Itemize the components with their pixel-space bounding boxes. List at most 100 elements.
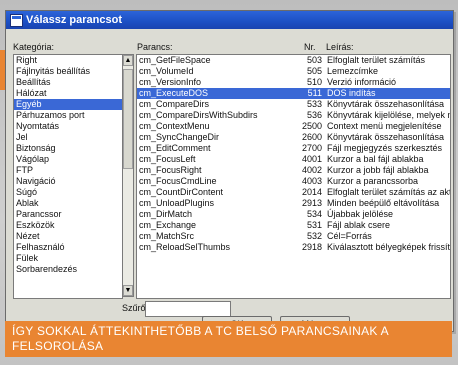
command-description: Verzió információ bbox=[327, 77, 397, 87]
command-name: cm_MatchSrc bbox=[139, 231, 195, 241]
window-title: Válassz parancsot bbox=[26, 14, 122, 26]
command-description: Context menü megjelenítése bbox=[327, 121, 442, 131]
command-row[interactable]: cm_ExecuteDOS 511 DOS indítás bbox=[137, 88, 450, 99]
caption: ÍGY SOKKAL ÁTTEKINTHETŐBB A TC BELSŐ PAR… bbox=[5, 321, 452, 357]
command-name: cm_VersionInfo bbox=[139, 77, 202, 87]
category-item[interactable]: Jel bbox=[14, 132, 122, 143]
description-label: Leírás: bbox=[326, 42, 354, 52]
command-row[interactable]: cm_FocusCmdLine 4003 Kurzor a parancssorba bbox=[137, 176, 450, 187]
command-name: cm_CompareDirsWithSubdirs bbox=[139, 110, 258, 120]
command-description: Kiválasztott bélyegképek frissítése bbox=[327, 242, 451, 252]
command-label: Parancs: bbox=[137, 42, 173, 52]
command-row[interactable]: cm_ContextMenu 2500 Context menü megjelení… bbox=[137, 121, 450, 132]
command-number: 4002 bbox=[301, 165, 322, 175]
command-list[interactable]: cm_GetFileSpace 503 Elfoglalt terület szám… bbox=[136, 54, 451, 299]
command-number: 4001 bbox=[301, 154, 322, 164]
category-item[interactable]: Párhuzamos port bbox=[14, 110, 122, 121]
command-row[interactable]: cm_CompareDirs 533 Könyvtárak összehasonlí… bbox=[137, 99, 450, 110]
command-row[interactable]: cm_VersionInfo 510 Verzió információ bbox=[137, 77, 450, 88]
category-item[interactable]: Navigáció bbox=[14, 176, 122, 187]
scroll-thumb[interactable] bbox=[123, 69, 133, 169]
category-item[interactable]: FTP bbox=[14, 165, 122, 176]
command-row[interactable]: cm_UnloadPlugins 2913 Minden beépülő eltáv… bbox=[137, 198, 450, 209]
command-description: DOS indítás bbox=[327, 88, 376, 98]
command-description: Elfoglalt terület számítás az aktuális k… bbox=[327, 187, 450, 197]
command-row[interactable]: cm_FocusLeft 4001 Kurzor a bal fájl ablakb… bbox=[137, 154, 450, 165]
command-row[interactable]: cm_Exchange 531 Fájl ablak csere bbox=[137, 220, 450, 231]
command-description: Kurzor a jobb fájl ablakba bbox=[327, 165, 429, 175]
command-row[interactable]: cm_GetFileSpace 503 Elfoglalt terület szám… bbox=[137, 55, 450, 66]
command-row[interactable]: cm_FocusRight 4002 Kurzor a jobb fájl abla… bbox=[137, 165, 450, 176]
filter-input[interactable] bbox=[145, 301, 231, 317]
category-label: Kategória: bbox=[13, 42, 55, 52]
command-name: cm_FocusCmdLine bbox=[139, 176, 217, 186]
command-name: cm_UnloadPlugins bbox=[139, 198, 215, 208]
command-description: Könyvtárak kijelölése, melyek nem szerep… bbox=[327, 110, 450, 120]
command-name: cm_VolumeId bbox=[139, 66, 194, 76]
command-name: cm_ReloadSelThumbs bbox=[139, 242, 231, 252]
scroll-up-button[interactable]: ▲ bbox=[123, 55, 133, 66]
command-name: cm_SyncChangeDir bbox=[139, 132, 220, 142]
command-description: Minden beépülő eltávolítása bbox=[327, 198, 440, 208]
category-item[interactable]: Nézet bbox=[14, 231, 122, 242]
command-number: 2918 bbox=[301, 242, 322, 252]
command-name: cm_ExecuteDOS bbox=[139, 88, 209, 98]
command-row[interactable]: cm_ReloadSelThumbs 2918 Kiválasztott bélye… bbox=[137, 242, 450, 253]
command-number: 505 bbox=[306, 66, 322, 76]
command-number: 2500 bbox=[301, 121, 322, 131]
nr-label: Nr. bbox=[304, 42, 316, 52]
command-name: cm_GetFileSpace bbox=[139, 55, 211, 65]
command-row[interactable]: cm_MatchSrc 532 Cél=Forrás bbox=[137, 231, 450, 242]
command-number: 503 bbox=[306, 55, 322, 65]
command-number: 534 bbox=[306, 209, 322, 219]
command-name: cm_DirMatch bbox=[139, 209, 193, 219]
title-bar[interactable]: Válassz parancsot bbox=[6, 11, 453, 29]
choose-command-dialog: Válassz parancsot Kategória: Parancs: Nr… bbox=[5, 10, 454, 333]
command-name: cm_FocusRight bbox=[139, 165, 202, 175]
command-name: cm_CompareDirs bbox=[139, 99, 210, 109]
command-number: 2014 bbox=[301, 187, 322, 197]
command-description: Fájl megjegyzés szerkesztés bbox=[327, 143, 443, 153]
command-description: Újabbak jelölése bbox=[327, 209, 394, 219]
command-row[interactable]: cm_SyncChangeDir 2600 Könyvtárak összehaso… bbox=[137, 132, 450, 143]
category-item[interactable]: Eszközök bbox=[14, 220, 122, 231]
command-row[interactable]: cm_DirMatch 534 Újabbak jelölése bbox=[137, 209, 450, 220]
category-item[interactable]: Egyéb bbox=[14, 99, 122, 110]
category-scrollbar[interactable]: ▲ ▼ bbox=[122, 54, 134, 297]
category-item[interactable]: Felhasználó bbox=[14, 242, 122, 253]
category-item[interactable]: Ablak bbox=[14, 198, 122, 209]
category-item[interactable]: Sorbarendezés bbox=[14, 264, 122, 275]
command-number: 511 bbox=[307, 88, 322, 98]
command-number: 536 bbox=[306, 110, 322, 120]
command-name: cm_Exchange bbox=[139, 220, 197, 230]
command-description: Fájl ablak csere bbox=[327, 220, 391, 230]
command-row[interactable]: cm_EditComment 2700 Fájl megjegyzés szerke… bbox=[137, 143, 450, 154]
command-row[interactable]: cm_CountDirContent 2014 Elfoglalt terület … bbox=[137, 187, 450, 198]
command-description: Lemezcímke bbox=[327, 66, 379, 76]
category-item[interactable]: Right bbox=[14, 55, 122, 66]
category-item[interactable]: Parancssor bbox=[14, 209, 122, 220]
category-item[interactable]: Vágólap bbox=[14, 154, 122, 165]
command-number: 2700 bbox=[301, 143, 322, 153]
command-number: 2913 bbox=[301, 198, 322, 208]
command-number: 510 bbox=[306, 77, 322, 87]
scroll-down-button[interactable]: ▼ bbox=[123, 285, 133, 296]
command-row[interactable]: cm_VolumeId 505 Lemezcímke bbox=[137, 66, 450, 77]
command-description: Kurzor a bal fájl ablakba bbox=[327, 154, 424, 164]
command-name: cm_ContextMenu bbox=[139, 121, 210, 131]
category-item[interactable]: Biztonság bbox=[14, 143, 122, 154]
command-row[interactable]: cm_CompareDirsWithSubdirs 536 Könyvtárak k… bbox=[137, 110, 450, 121]
category-list[interactable]: Right Fájlnyitás beállítás Beállítás Hálóza… bbox=[13, 54, 123, 299]
category-item[interactable]: Súgó bbox=[14, 187, 122, 198]
app-icon bbox=[10, 14, 23, 27]
category-item[interactable]: Fájlnyitás beállítás bbox=[14, 66, 122, 77]
command-description: Elfoglalt terület számítás bbox=[327, 55, 426, 65]
command-name: cm_CountDirContent bbox=[139, 187, 224, 197]
category-item[interactable]: Fülek bbox=[14, 253, 122, 264]
category-item[interactable]: Hálózat bbox=[14, 88, 122, 99]
category-item[interactable]: Beállítás bbox=[14, 77, 122, 88]
command-name: cm_FocusLeft bbox=[139, 154, 196, 164]
command-number: 531 bbox=[306, 220, 322, 230]
command-description: Könyvtárak összehasonlítása bbox=[327, 99, 445, 109]
category-item[interactable]: Nyomtatás bbox=[14, 121, 122, 132]
